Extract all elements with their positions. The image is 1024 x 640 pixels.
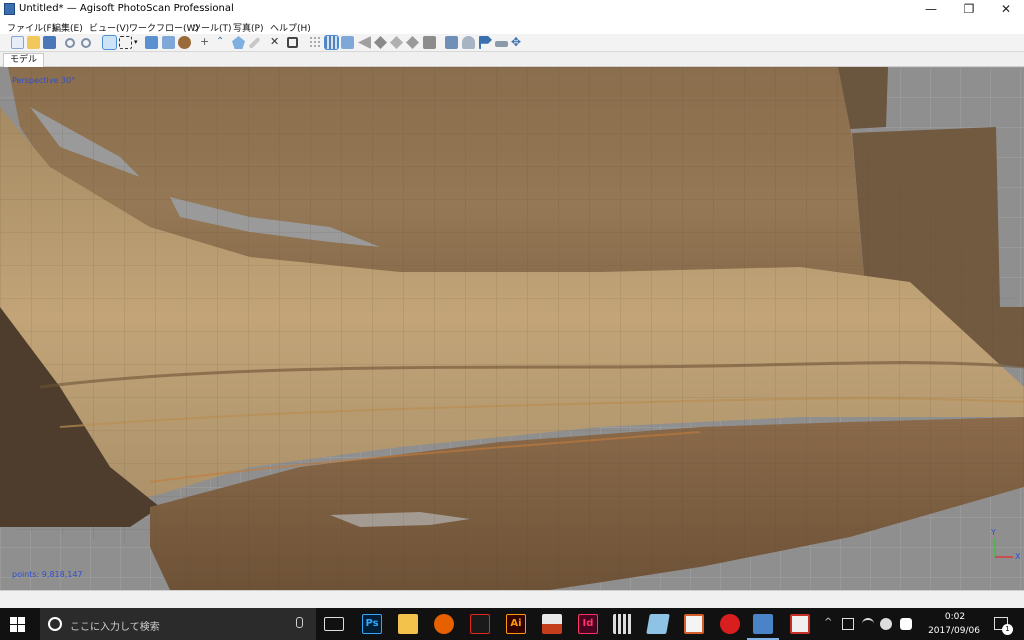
3d-viewport[interactable]: Y X Perspective 30° points: 9,818,147 — [0, 67, 1024, 590]
menu-photo[interactable]: 写真(P) — [233, 21, 263, 34]
tab-bar: モデル — [0, 52, 1024, 67]
axis-y-label: Y — [990, 528, 996, 537]
acrobat-icon[interactable] — [470, 614, 490, 634]
photos-icon[interactable] — [646, 614, 670, 634]
resize-region-icon[interactable] — [145, 36, 158, 49]
indesign-icon[interactable]: Id — [578, 614, 598, 634]
photoscan-app-icon — [4, 3, 15, 15]
tray-time[interactable]: 0:02 — [930, 612, 980, 622]
menu-edit[interactable]: 編集(E) — [52, 21, 83, 34]
menu-bar: ファイル(F) 編集(E) ビュー(V) ワークフロー(W) ツール(T) 写真… — [0, 19, 1024, 34]
shaded-icon[interactable] — [358, 36, 371, 49]
search-placeholder: ここに入力して検索 — [70, 622, 160, 633]
crop-icon[interactable] — [287, 37, 298, 48]
paint-icon[interactable] — [684, 614, 704, 634]
menu-file[interactable]: ファイル(F) — [7, 21, 55, 34]
viewport-label: Perspective 30° — [12, 76, 76, 85]
title-bar: Untitled* — Agisoft PhotoScan Profession… — [0, 0, 1024, 19]
calculator-icon[interactable] — [613, 614, 633, 634]
menu-tools[interactable]: ツール(T) — [192, 21, 232, 34]
dem-icon[interactable] — [406, 36, 419, 49]
app-tray-icon[interactable] — [900, 618, 912, 630]
powerpoint-icon[interactable] — [542, 614, 562, 634]
task-view-icon[interactable] — [324, 617, 344, 631]
volume-icon[interactable] — [880, 618, 892, 630]
status-bar — [0, 590, 1024, 608]
firefox-icon[interactable] — [434, 614, 454, 634]
snipping-tool-icon[interactable] — [790, 614, 810, 634]
open-icon[interactable] — [27, 36, 40, 49]
solid-icon[interactable] — [341, 36, 354, 49]
region-icon[interactable] — [462, 36, 475, 49]
rotate-object-icon[interactable] — [178, 36, 191, 49]
draw-polygon-icon[interactable] — [232, 36, 245, 49]
ruler-icon[interactable] — [248, 36, 261, 50]
navigate-icon[interactable]: ✥ — [511, 36, 524, 49]
illustrator-icon[interactable]: Ai — [506, 614, 526, 634]
point-cloud-icon[interactable] — [309, 36, 322, 49]
taskbar: ここに入力して検索 Ps Ai Id ^ 0:02 2017/09/06 1 — [0, 608, 1024, 640]
tray-expand-icon[interactable]: ^ — [824, 618, 836, 630]
delete-icon[interactable]: ✕ — [270, 36, 283, 49]
viewport-canvas: Y X — [0, 67, 1024, 590]
redo-icon[interactable] — [81, 38, 91, 48]
notification-badge: 1 — [1002, 624, 1013, 635]
axis-x-label: X — [1015, 552, 1021, 561]
photoshop-icon[interactable]: Ps — [362, 614, 382, 634]
start-button[interactable] — [10, 617, 26, 633]
points-count: points: 9,818,147 — [12, 570, 83, 579]
tab-model[interactable]: モデル — [3, 53, 45, 67]
rectangle-selection-icon[interactable] — [119, 36, 132, 49]
menu-workflow[interactable]: ワークフロー(W) — [129, 21, 199, 34]
new-icon[interactable] — [11, 36, 24, 49]
dropdown-icon[interactable]: ▾ — [134, 36, 140, 49]
save-icon[interactable] — [43, 36, 56, 49]
taskbar-search[interactable]: ここに入力して検索 — [40, 608, 316, 640]
textured-icon[interactable] — [374, 36, 387, 49]
rotate-region-icon[interactable] — [162, 36, 175, 49]
tiled-icon[interactable] — [390, 36, 403, 49]
window-title: Untitled* — Agisoft PhotoScan Profession… — [19, 3, 234, 14]
tray-date[interactable]: 2017/09/06 — [925, 626, 983, 636]
navigation-icon[interactable] — [102, 35, 117, 50]
cameras-icon[interactable] — [423, 36, 436, 49]
toolbar: ▾ + ⌃ ✕ ✥ — [0, 34, 1024, 52]
mesh-icon[interactable] — [324, 35, 339, 50]
menu-view[interactable]: ビュー(V) — [89, 21, 129, 34]
photoscan-icon[interactable] — [747, 614, 779, 640]
file-explorer-icon[interactable] — [398, 614, 418, 634]
wifi-icon[interactable] — [862, 618, 874, 630]
microphone-icon[interactable] — [296, 617, 303, 628]
battery-icon[interactable] — [842, 618, 854, 630]
security-icon[interactable] — [720, 614, 740, 634]
draw-polyline-icon[interactable]: ⌃ — [216, 36, 229, 49]
minimize-button[interactable]: — — [912, 0, 950, 19]
draw-point-icon[interactable]: + — [200, 36, 213, 49]
markers-icon[interactable] — [445, 36, 458, 49]
grid-icon[interactable] — [495, 41, 508, 47]
trackball-icon[interactable] — [479, 36, 492, 49]
close-button[interactable]: ✕ — [987, 0, 1024, 19]
cortana-icon — [48, 617, 62, 631]
undo-icon[interactable] — [65, 38, 75, 48]
menu-help[interactable]: ヘルプ(H) — [270, 21, 311, 34]
maximize-button[interactable]: ❐ — [950, 0, 988, 19]
